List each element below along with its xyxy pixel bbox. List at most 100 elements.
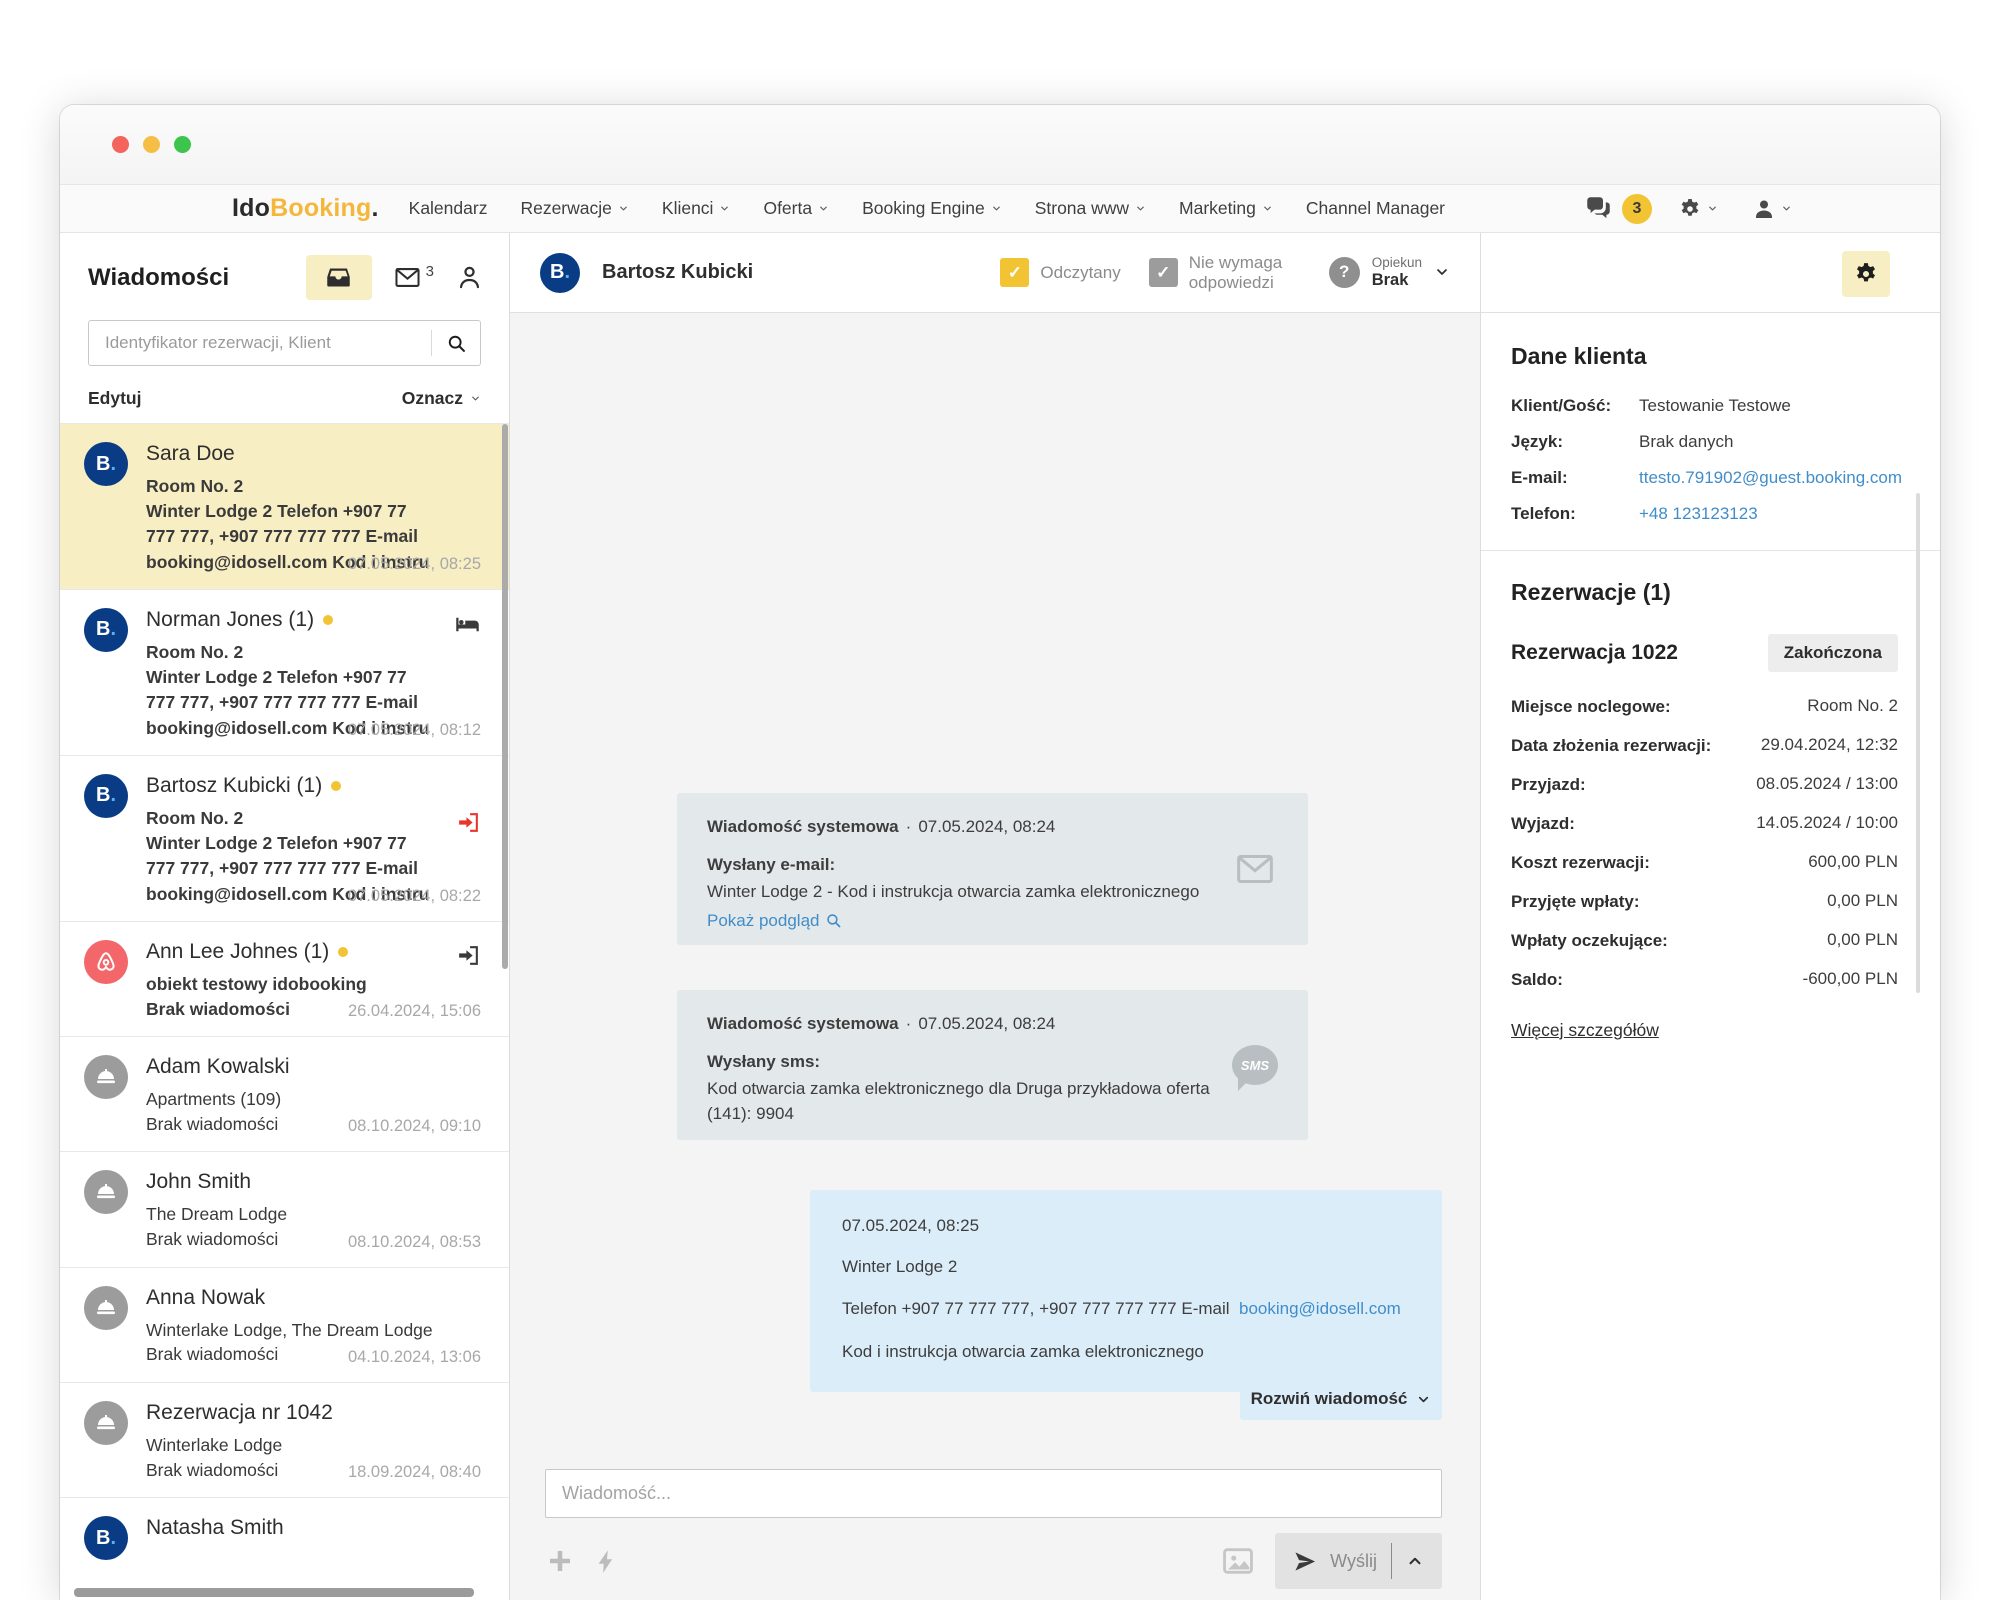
add-attachment-button[interactable] xyxy=(545,1546,575,1576)
chat-messages: Wiadomość systemowa·07.05.2024, 08:24 Wy… xyxy=(510,313,1480,1455)
search-input[interactable] xyxy=(89,333,431,353)
conversation-norman-jones[interactable]: B. Norman Jones (1) Room No. 2 Winter Lo… xyxy=(60,589,509,755)
conversation-room: Room No. 2 xyxy=(146,806,481,831)
field-value: -600,00 PLN xyxy=(1803,969,1898,992)
send-button[interactable]: Wyślij xyxy=(1275,1533,1442,1589)
expand-message-button[interactable]: Rozwiń wiadomość xyxy=(1240,1378,1442,1420)
chevron-up-icon[interactable] xyxy=(1406,1552,1424,1570)
conversation-name: John Smith xyxy=(146,1170,251,1194)
mark-dropdown[interactable]: Oznacz xyxy=(402,388,481,409)
show-preview-link[interactable]: Pokaż podgląd xyxy=(707,911,842,931)
message-input[interactable] xyxy=(545,1469,1442,1518)
reception-bell-avatar xyxy=(84,1170,128,1214)
conversation-rezerwacja-1042[interactable]: Rezerwacja nr 1042 Winterlake Lodge Brak… xyxy=(60,1382,509,1497)
conversation-property: Winterlake Lodge, The Dream Lodge xyxy=(146,1318,481,1343)
system-message-email: Wiadomość systemowa·07.05.2024, 08:24 Wy… xyxy=(677,793,1308,945)
show-preview-label: Pokaż podgląd xyxy=(707,911,819,931)
bell-icon xyxy=(94,1065,118,1089)
nav-item-klienci[interactable]: Klienci xyxy=(662,198,731,219)
inbox-filter-button[interactable] xyxy=(306,255,372,300)
guest-email-link[interactable]: booking@idosell.com xyxy=(1239,1299,1401,1318)
search-button[interactable] xyxy=(432,321,480,365)
panel-divider xyxy=(1481,550,1940,551)
nav-item-channel-manager[interactable]: Channel Manager xyxy=(1306,198,1445,219)
more-details-link[interactable]: Więcej szczegółów xyxy=(1511,1020,1659,1041)
zoom-window-button[interactable] xyxy=(174,136,191,153)
conversation-natasha-smith[interactable]: B. Natasha Smith xyxy=(60,1497,509,1574)
nav-item-marketing[interactable]: Marketing xyxy=(1179,198,1273,219)
conversation-ann-lee-johnes[interactable]: Ann Lee Johnes (1) obiekt testowy idoboo… xyxy=(60,921,509,1036)
field-value: 29.04.2024, 12:32 xyxy=(1761,735,1898,758)
conversation-property: Winterlake Lodge xyxy=(146,1433,481,1458)
close-window-button[interactable] xyxy=(112,136,129,153)
minimize-window-button[interactable] xyxy=(143,136,160,153)
reservation-field-row: Przyjazd:08.05.2024 / 13:00 xyxy=(1511,774,1898,797)
panel-scrollbar[interactable] xyxy=(1916,493,1920,993)
checkbox-checked-icon: ✓ xyxy=(1000,258,1029,287)
conversation-property: The Dream Lodge xyxy=(146,1202,481,1227)
insert-image-button[interactable] xyxy=(1221,1544,1255,1578)
reservation-number: Rezerwacja 1022 xyxy=(1511,641,1678,665)
screenshot-stage: IdoBooking. Kalendarz Rezerwacje Klienci… xyxy=(0,0,2000,1600)
reservation-field-row: Miejsce noclegowe:Room No. 2 xyxy=(1511,696,1898,719)
chevron-down-icon xyxy=(1135,203,1146,214)
no-reply-checkbox[interactable]: ✓ Nie wymaga odpowiedzi xyxy=(1149,253,1301,292)
conversation-name: Sara Doe xyxy=(146,442,235,466)
conversation-timestamp: 08.10.2024, 09:10 xyxy=(348,1117,481,1136)
nav-item-booking-engine[interactable]: Booking Engine xyxy=(862,198,1002,219)
opiekun-label: Opiekun xyxy=(1372,255,1422,271)
nav-item-strona-www[interactable]: Strona www xyxy=(1035,198,1146,219)
client-email-link[interactable]: ttesto.791902@guest.booking.com xyxy=(1639,468,1902,488)
reservation-field-row: Przyjęte wpłaty:0,00 PLN xyxy=(1511,891,1898,914)
edit-button[interactable]: Edytuj xyxy=(88,388,141,409)
app-logo[interactable]: IdoBooking. xyxy=(232,194,379,223)
top-navbar: IdoBooking. Kalendarz Rezerwacje Klienci… xyxy=(60,185,1940,233)
client-phone-link[interactable]: +48 123123123 xyxy=(1639,504,1758,524)
nav-item-label: Rezerwacje xyxy=(520,198,611,219)
separator-dot: · xyxy=(906,817,912,836)
avatar-letter: B xyxy=(96,784,110,807)
nav-item-rezerwacje[interactable]: Rezerwacje xyxy=(520,198,628,219)
opiekun-dropdown[interactable]: ? OpiekunBrak xyxy=(1329,255,1450,291)
messages-button[interactable] xyxy=(1585,195,1612,222)
conversation-property: Apartments (109) xyxy=(146,1087,481,1112)
field-label: Przyjęte wpłaty: xyxy=(1511,891,1640,914)
conversation-room: Room No. 2 xyxy=(146,474,481,499)
contacts-filter-button[interactable] xyxy=(456,264,483,291)
list-horizontal-scrollbar[interactable] xyxy=(74,1588,474,1597)
system-message-title: Wiadomość systemowa xyxy=(707,817,899,836)
conversation-anna-nowak[interactable]: Anna Nowak Winterlake Lodge, The Dream L… xyxy=(60,1267,509,1382)
chat-bubbles-icon xyxy=(1585,195,1612,222)
chevron-down-icon xyxy=(1434,264,1450,280)
logo-highlight: Booking xyxy=(270,194,371,222)
chevron-down-icon xyxy=(719,203,730,214)
panel-settings-button[interactable] xyxy=(1842,251,1890,297)
reservation-field-row: Saldo: -600,00 PLN xyxy=(1511,969,1898,992)
guest-message-time: 07.05.2024, 08:25 xyxy=(842,1216,1410,1236)
list-vertical-scrollbar[interactable] xyxy=(502,424,508,969)
sent-sms-label: Wysłany sms: xyxy=(707,1052,1278,1072)
sms-icon: SMS xyxy=(1232,1045,1278,1085)
reservations-title: Rezerwacje (1) xyxy=(1511,579,1898,606)
settings-button[interactable] xyxy=(1678,197,1718,221)
messages-sidebar: Wiadomości 3 Edytuj Oznacz xyxy=(60,233,510,1600)
airbnb-logo-avatar xyxy=(84,940,128,984)
field-label: Saldo: xyxy=(1511,969,1563,992)
paper-plane-icon xyxy=(1293,1550,1316,1573)
conversation-adam-kowalski[interactable]: Adam Kowalski Apartments (109) Brak wiad… xyxy=(60,1036,509,1151)
field-label: Język: xyxy=(1511,432,1639,452)
conversation-john-smith[interactable]: John Smith The Dream Lodge Brak wiadomoś… xyxy=(60,1151,509,1266)
nav-item-oferta[interactable]: Oferta xyxy=(763,198,829,219)
conversation-sara-doe[interactable]: B. Sara Doe Room No. 2 Winter Lodge 2 Te… xyxy=(60,424,509,589)
mark-label: Oznacz xyxy=(402,388,463,409)
account-button[interactable] xyxy=(1752,197,1792,221)
nav-item-kalendarz[interactable]: Kalendarz xyxy=(409,198,488,219)
quick-replies-button[interactable] xyxy=(593,1548,620,1575)
nav-item-label: Booking Engine xyxy=(862,198,985,219)
list-toolbar: Edytuj Oznacz xyxy=(88,388,481,409)
chevron-down-icon xyxy=(1262,203,1273,214)
conversation-bartosz-kubicki[interactable]: B. Bartosz Kubicki (1) Room No. 2 Winter… xyxy=(60,755,509,921)
chevron-down-icon xyxy=(1416,1392,1431,1407)
mail-filter-button[interactable]: 3 xyxy=(394,264,434,291)
read-checkbox[interactable]: ✓ Odczytany xyxy=(1000,258,1120,287)
